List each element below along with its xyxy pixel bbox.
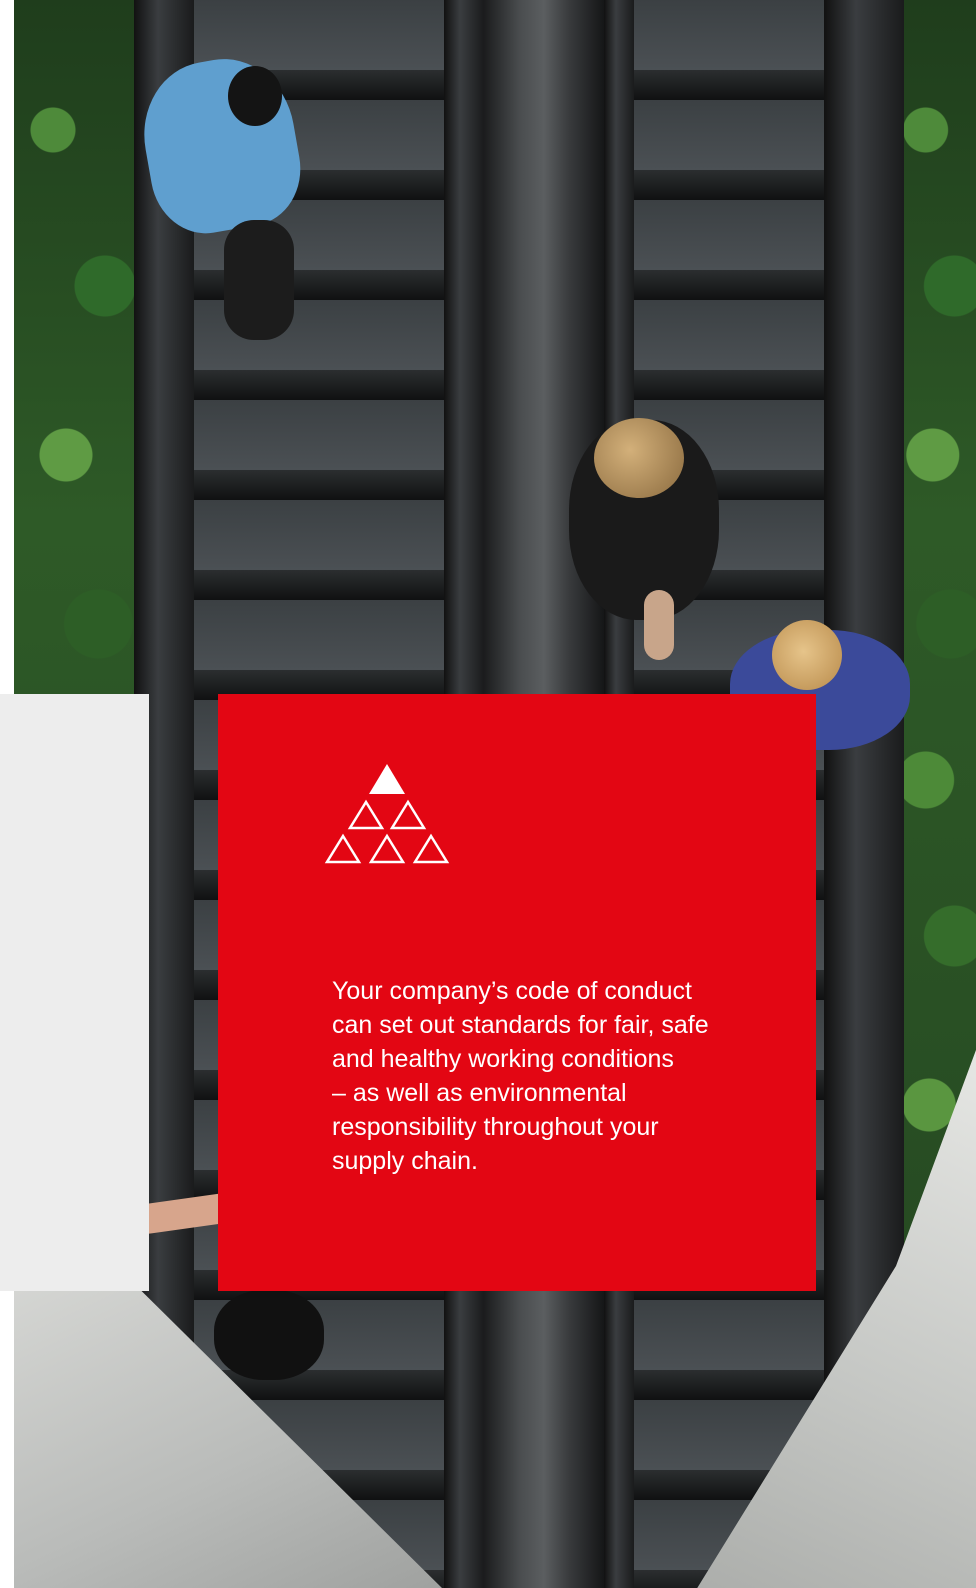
triangle-outline-icon — [412, 833, 450, 864]
triangle-pyramid-icon — [324, 764, 450, 864]
triangle-outline-icon — [347, 799, 385, 830]
triangle-outline-icon — [324, 833, 362, 864]
triangle-outline-icon — [389, 799, 427, 830]
code-of-conduct-card: Your company’s code of conduct can set o… — [218, 694, 816, 1291]
page: nance e est Your company’s code of condu… — [0, 0, 976, 1588]
triangle-solid-icon — [369, 764, 405, 794]
person-blue-shirt-head — [228, 66, 282, 126]
person-dark-clothes-head — [594, 418, 684, 498]
grey-panel-line: e — [0, 1076, 66, 1110]
triangle-outline-icon — [368, 833, 406, 864]
person-dark-clothes-leg — [644, 590, 674, 660]
grey-panel-line — [0, 1042, 66, 1076]
grey-panel-line: est — [0, 1110, 66, 1144]
straw-hat — [772, 620, 842, 690]
person-blue-shirt-legs — [224, 220, 294, 340]
grey-panel-line: nance — [0, 1008, 66, 1042]
grey-panel-text: nance e est — [0, 1008, 66, 1144]
grey-text-panel: nance e est — [0, 694, 149, 1291]
card-body-text: Your company’s code of conduct can set o… — [332, 977, 709, 1175]
person-bottom — [214, 1290, 324, 1380]
